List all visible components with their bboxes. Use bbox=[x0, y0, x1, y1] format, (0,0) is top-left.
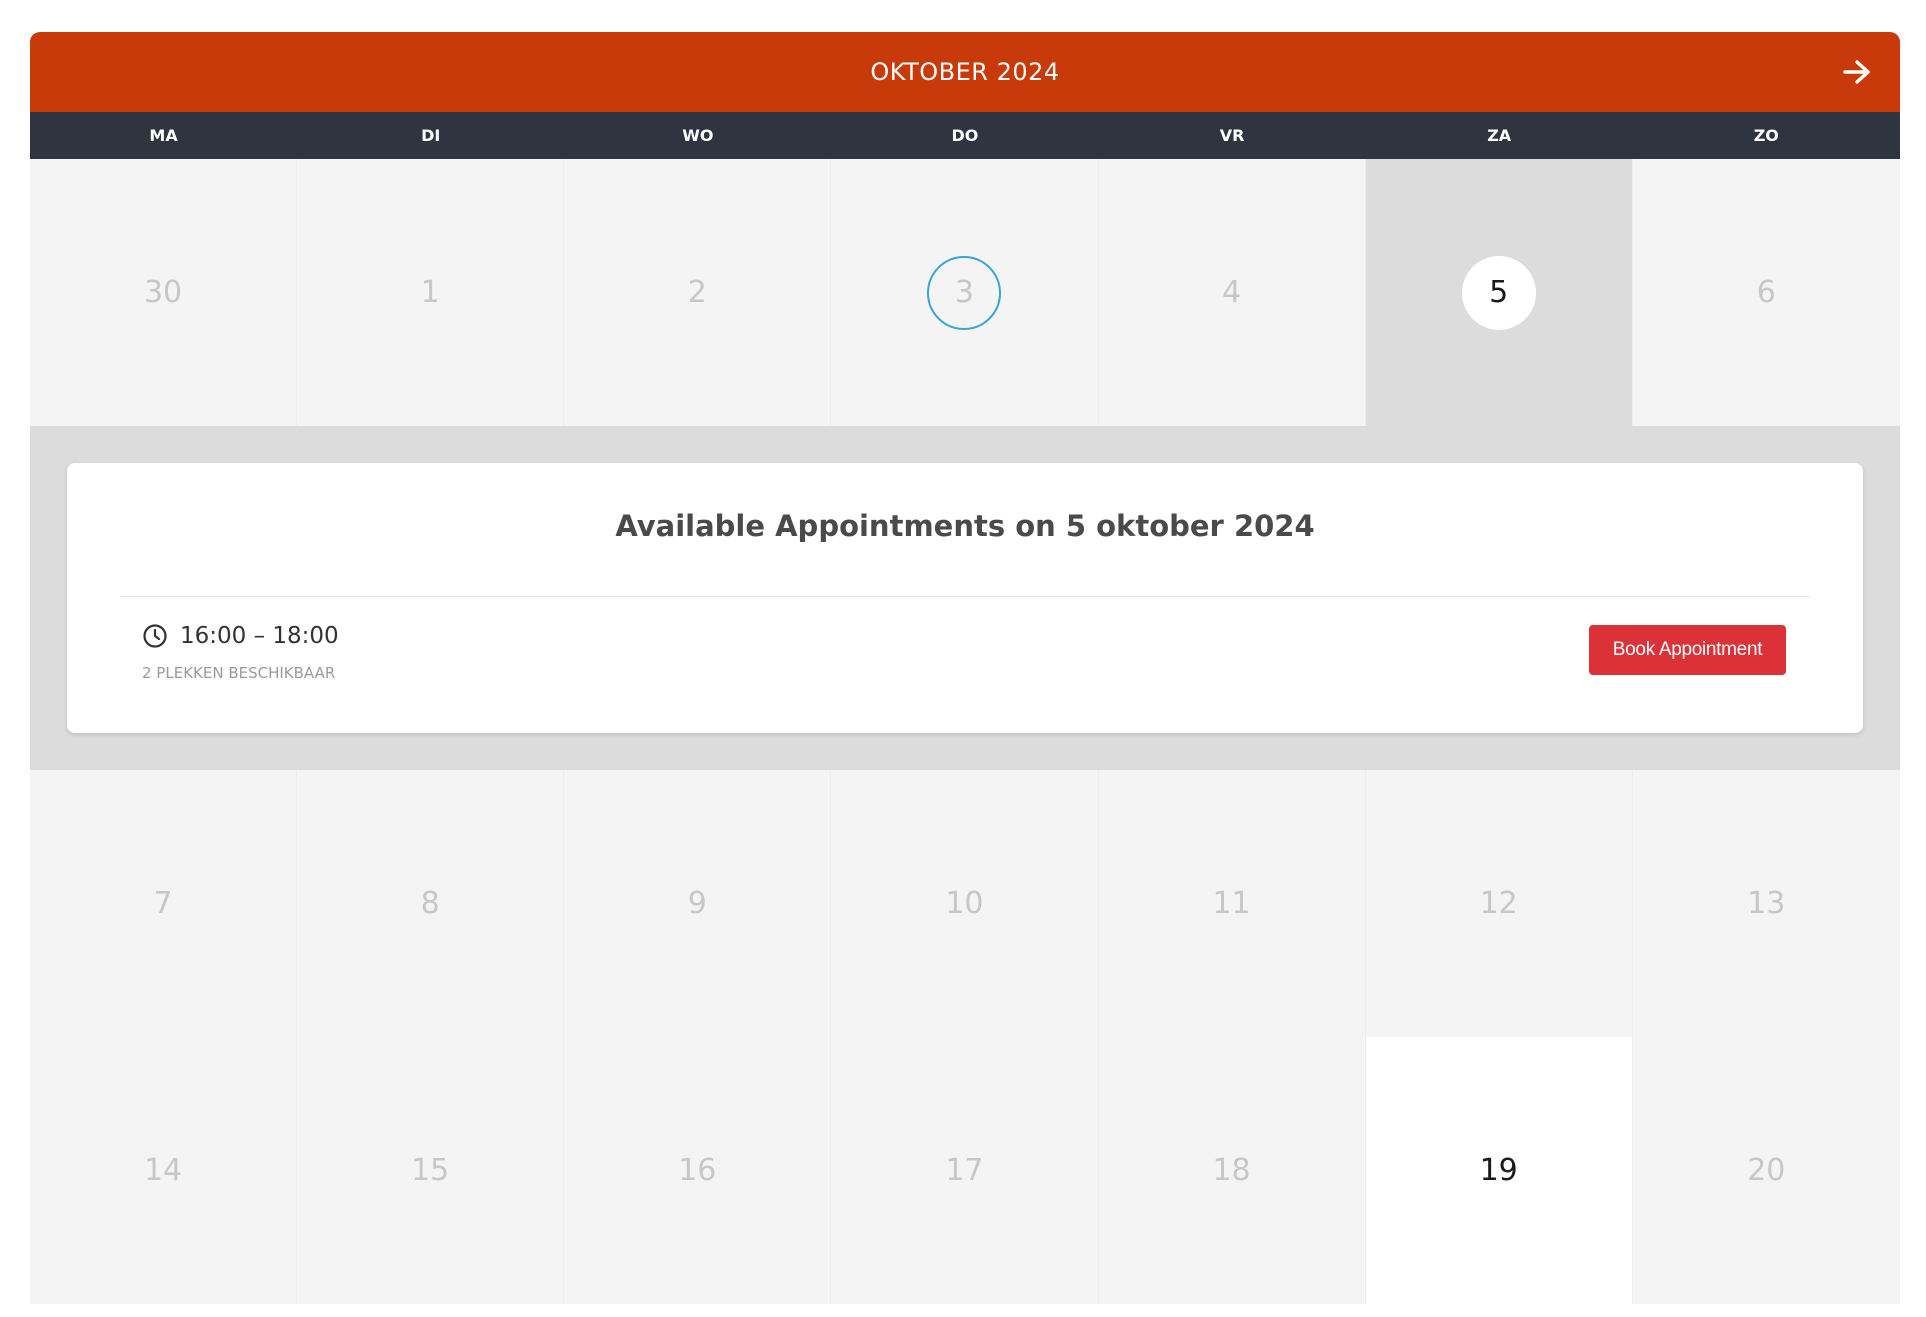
day-cell: 14 bbox=[30, 1037, 298, 1304]
day-cell: 30 bbox=[30, 159, 298, 426]
day-number: 18 bbox=[1212, 1153, 1251, 1188]
weekday-label: DO bbox=[951, 126, 979, 145]
weekday-label: DI bbox=[421, 126, 441, 145]
day-number: 15 bbox=[411, 1153, 450, 1188]
week-row: 30 1 2 3 4 5 6 bbox=[30, 159, 1900, 426]
appointments-title: Available Appointments on 5 oktober 2024 bbox=[615, 509, 1315, 543]
day-number: 2 bbox=[687, 275, 707, 310]
day-cell-available[interactable]: 19 bbox=[1365, 1037, 1633, 1304]
clock-icon bbox=[142, 623, 168, 649]
appointments-panel: Available Appointments on 5 oktober 2024… bbox=[30, 426, 1900, 770]
divider bbox=[120, 596, 1810, 597]
day-number: 1 bbox=[420, 275, 440, 310]
booking-calendar: OKTOBER 2024 MA DI WO DO VR ZA ZO 30 1 2… bbox=[30, 32, 1900, 1317]
day-number: 10 bbox=[945, 886, 984, 921]
arrow-right-icon bbox=[1843, 60, 1870, 84]
day-number: 17 bbox=[945, 1153, 984, 1188]
weekday-label: ZA bbox=[1487, 126, 1512, 145]
day-cell: 2 bbox=[564, 159, 832, 426]
day-number: 20 bbox=[1747, 1153, 1786, 1188]
day-cell: 10 bbox=[831, 770, 1099, 1037]
day-cell: 6 bbox=[1632, 159, 1900, 426]
day-cell: 9 bbox=[564, 770, 832, 1037]
week-row: 14 15 16 17 18 19 20 bbox=[30, 1037, 1900, 1304]
weekday-label: WO bbox=[682, 126, 714, 145]
next-month-button[interactable] bbox=[1840, 55, 1874, 89]
day-number: 7 bbox=[153, 886, 173, 921]
slot-availability: 2 PLEKKEN BESCHIKBAAR bbox=[142, 664, 336, 682]
day-number: 30 bbox=[143, 275, 183, 310]
day-cell: 1 bbox=[297, 159, 565, 426]
day-number: 14 bbox=[143, 1153, 183, 1188]
week-row: 7 8 9 10 11 12 13 bbox=[30, 770, 1900, 1037]
day-cell-today: 3 bbox=[831, 159, 1099, 426]
day-number: 6 bbox=[1756, 275, 1776, 310]
day-number: 4 bbox=[1222, 275, 1242, 310]
day-cell: 4 bbox=[1098, 159, 1366, 426]
weekday-label: VR bbox=[1219, 126, 1245, 145]
day-number: 11 bbox=[1212, 886, 1251, 921]
weekday-label: MA bbox=[149, 126, 178, 145]
available-day-number[interactable]: 19 bbox=[1480, 1153, 1518, 1188]
day-cell: 15 bbox=[297, 1037, 565, 1304]
day-number: 8 bbox=[420, 886, 440, 921]
day-number: 12 bbox=[1479, 886, 1518, 921]
weekday-header-row: MA DI WO DO VR ZA ZO bbox=[30, 112, 1900, 159]
day-cell: 17 bbox=[831, 1037, 1099, 1304]
calendar-header: OKTOBER 2024 bbox=[30, 32, 1900, 112]
slot-time: 16:00 – 18:00 bbox=[142, 623, 339, 649]
slot-time-label: 16:00 – 18:00 bbox=[180, 623, 339, 649]
day-number: 9 bbox=[687, 886, 707, 921]
day-cell: 12 bbox=[1365, 770, 1633, 1037]
month-title: OKTOBER 2024 bbox=[870, 58, 1060, 86]
day-cell: 11 bbox=[1098, 770, 1366, 1037]
selected-day-number[interactable]: 5 bbox=[1461, 255, 1536, 330]
day-cell: 20 bbox=[1632, 1037, 1900, 1304]
day-cell-selected[interactable]: 5 bbox=[1365, 159, 1633, 426]
today-indicator: 3 bbox=[927, 255, 1002, 330]
day-number: 16 bbox=[678, 1153, 717, 1188]
day-cell: 16 bbox=[564, 1037, 832, 1304]
book-appointment-button[interactable]: Book Appointment bbox=[1589, 625, 1786, 675]
day-cell: 8 bbox=[297, 770, 565, 1037]
weekday-label: ZO bbox=[1753, 126, 1779, 145]
appointments-card: Available Appointments on 5 oktober 2024… bbox=[67, 463, 1863, 733]
day-cell: 7 bbox=[30, 770, 298, 1037]
day-cell: 18 bbox=[1098, 1037, 1366, 1304]
day-number: 13 bbox=[1747, 886, 1786, 921]
day-cell: 13 bbox=[1632, 770, 1900, 1037]
